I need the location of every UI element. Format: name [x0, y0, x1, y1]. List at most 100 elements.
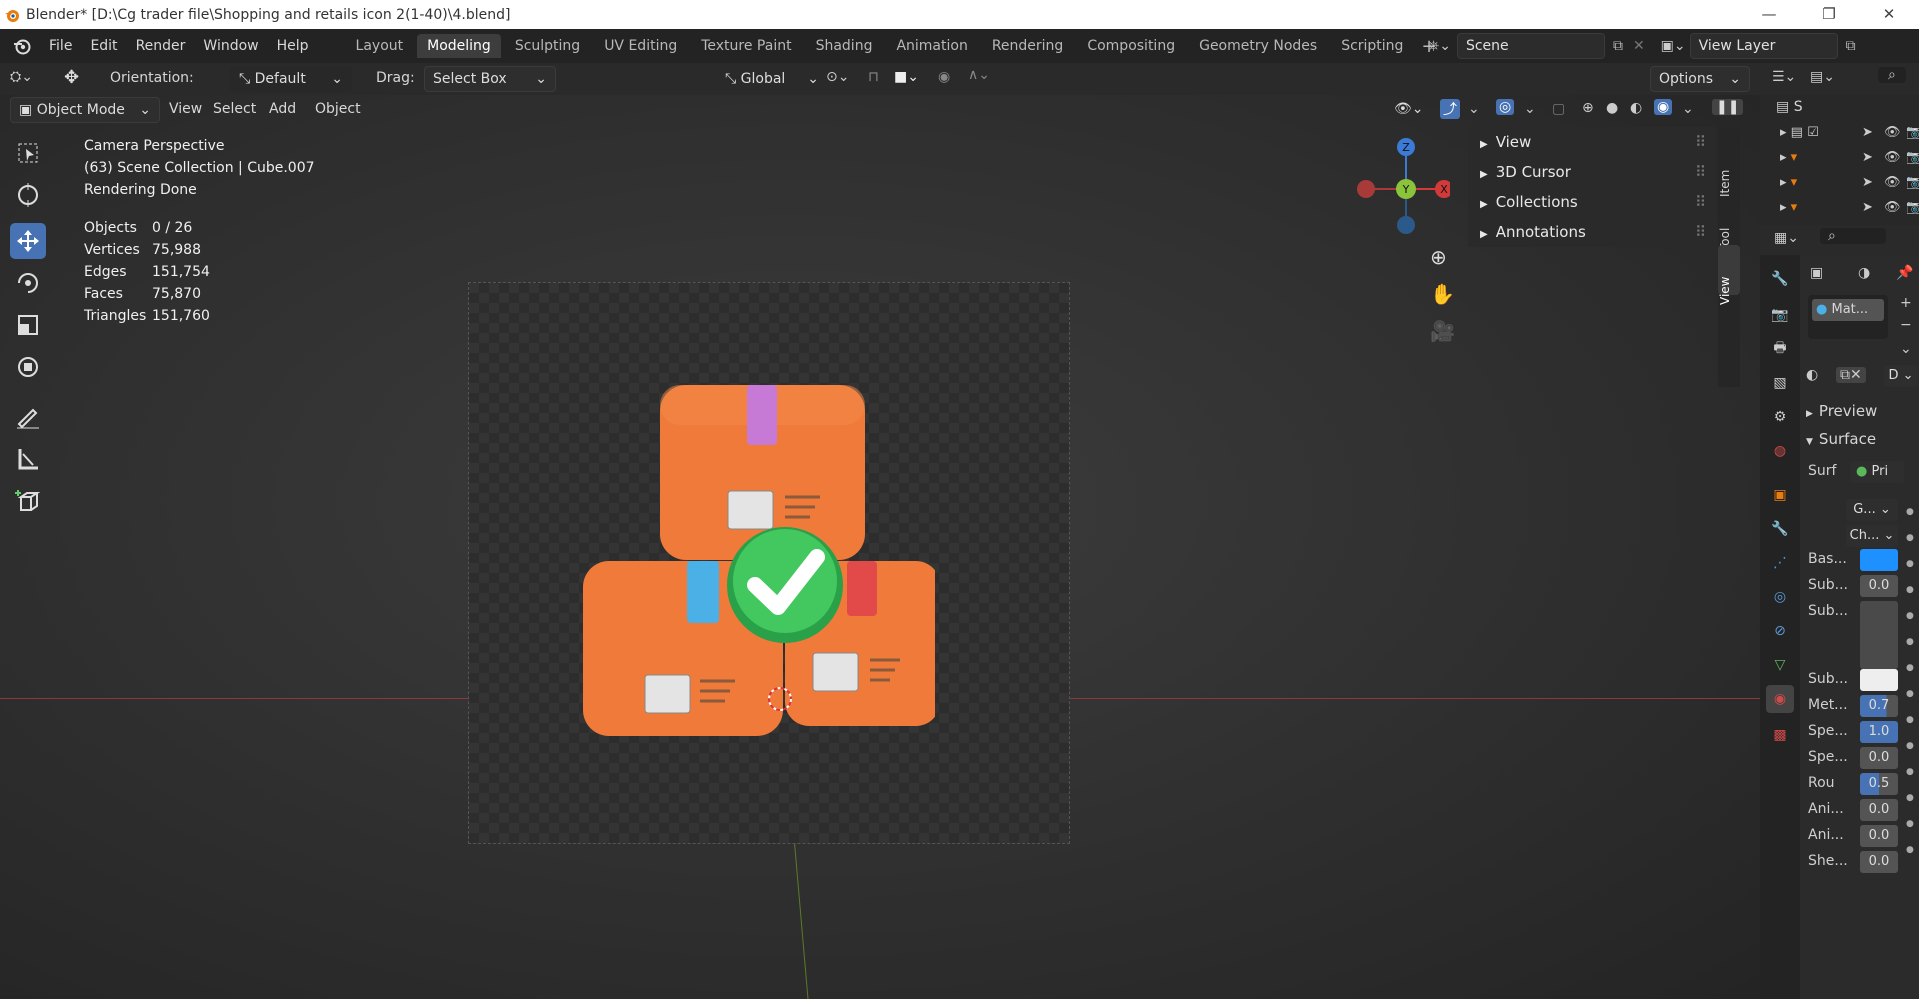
maximize-button[interactable]: ❐	[1799, 0, 1859, 29]
camera-icon[interactable]: 📷	[1906, 150, 1919, 165]
chevron-down-icon[interactable]: ⌄	[1468, 101, 1480, 117]
slot-menu-icon[interactable]: ⌄	[1900, 341, 1912, 357]
toggle-sidebar-icon[interactable]: ❚❚	[1712, 99, 1744, 115]
wireframe-shading-icon[interactable]: ⊕	[1582, 100, 1594, 116]
particles-tab-icon[interactable]: ⋰	[1766, 549, 1794, 577]
outliner-row[interactable]: ▸ ▾ ➤ 👁 📷	[1780, 175, 1919, 195]
pin-icon[interactable]: 📌	[1896, 265, 1913, 281]
keyframe-dot-icon[interactable]: ●	[1906, 577, 1916, 603]
sheen-field[interactable]: 0.0	[1860, 851, 1898, 873]
keyframe-dot-icon[interactable]: ●	[1906, 525, 1916, 551]
material-browse-icon[interactable]: ◐	[1806, 367, 1818, 383]
tab-scripting[interactable]: Scripting	[1331, 34, 1413, 58]
tab-animation[interactable]: Animation	[886, 34, 977, 58]
outliner-editor-type-icon[interactable]: ☰⌄	[1772, 69, 1796, 85]
output-tab-icon[interactable]: 🖶	[1766, 335, 1794, 363]
scene-selector-icon[interactable]: ⎈⌄	[1428, 38, 1451, 54]
panel-view[interactable]: ▶ View ⠿	[1468, 127, 1716, 157]
eye-icon[interactable]: 👁	[1884, 200, 1901, 215]
data-tab-icon[interactable]: ▽	[1766, 651, 1794, 679]
keyframe-dot-icon[interactable]: ●	[1906, 707, 1916, 733]
camera-icon[interactable]: 📷	[1906, 125, 1919, 140]
viewport-menu-add[interactable]: Add	[260, 101, 305, 117]
checkbox-icon[interactable]: ☑	[1807, 125, 1819, 140]
tab-uv-editing[interactable]: UV Editing	[594, 34, 687, 58]
view-layer-icon[interactable]: ▣⌄	[1661, 38, 1686, 54]
tab-modeling[interactable]: Modeling	[417, 34, 501, 58]
eye-icon[interactable]: 👁	[1884, 175, 1901, 190]
select-icon[interactable]: ➤	[1862, 125, 1873, 140]
pivot-point-icon[interactable]: ⊙⌄	[826, 69, 849, 85]
eye-icon[interactable]: 👁	[1884, 125, 1901, 140]
subsurface-method-dropdown[interactable]: Ch... ⌄	[1846, 525, 1898, 547]
gizmo-toggle-icon[interactable]: ⤴	[1440, 99, 1460, 119]
measure-tool[interactable]	[10, 441, 46, 477]
new-material-icon[interactable]: ⧉✕	[1836, 367, 1866, 383]
snap-icon[interactable]: ⊓	[868, 69, 879, 85]
panel-3d-cursor[interactable]: ▶ 3D Cursor ⠿	[1468, 157, 1716, 187]
scale-tool[interactable]	[10, 307, 46, 343]
drag-handle-icon[interactable]: ⠿	[1695, 157, 1706, 187]
tab-rendering[interactable]: Rendering	[982, 34, 1074, 58]
eye-icon[interactable]: 👁	[1884, 150, 1901, 165]
close-button[interactable]: ✕	[1859, 0, 1919, 29]
remove-slot-icon[interactable]: −	[1900, 317, 1912, 333]
subsurface-color-swatch[interactable]	[1860, 669, 1898, 691]
object-tab-icon[interactable]: ▣	[1766, 481, 1794, 509]
keyframe-dot-icon[interactable]: ●	[1906, 785, 1916, 811]
menu-render[interactable]: Render	[127, 38, 195, 54]
gizmo-neg-z-axis[interactable]	[1397, 216, 1415, 234]
material-sphere-icon[interactable]: ◑	[1858, 265, 1870, 281]
keyframe-dot-icon[interactable]: ●	[1906, 681, 1916, 707]
keyframe-dot-icon[interactable]: ●	[1906, 759, 1916, 785]
roughness-field[interactable]: 0.5	[1860, 773, 1898, 795]
snap-target-icon[interactable]: ■⌄	[894, 69, 919, 85]
drag-handle-icon[interactable]: ⠿	[1695, 187, 1706, 217]
keyframe-dot-icon[interactable]: ●	[1906, 733, 1916, 759]
cursor-tool[interactable]	[10, 177, 46, 213]
panel-collections[interactable]: ▶ Collections ⠿	[1468, 187, 1716, 217]
render-tab-icon[interactable]: 📷	[1766, 301, 1794, 329]
preview-panel-header[interactable]: ▶ Preview	[1800, 399, 1919, 423]
tab-geometry-nodes[interactable]: Geometry Nodes	[1189, 34, 1327, 58]
specular-tint-field[interactable]: 0.0	[1860, 747, 1898, 769]
tab-layout[interactable]: Layout	[346, 34, 414, 58]
physics-tab-icon[interactable]: ◎	[1766, 583, 1794, 611]
add-slot-icon[interactable]: +	[1900, 295, 1912, 311]
navigation-gizmo[interactable]: Z X Y	[1350, 135, 1450, 235]
chevron-down-icon[interactable]: ⌄	[1682, 101, 1694, 117]
transform-tool[interactable]	[10, 349, 46, 385]
anisotropic-field[interactable]: 0.0	[1860, 799, 1898, 821]
material-slot-list[interactable]: ● Mat...	[1808, 295, 1888, 339]
options-dropdown[interactable]: Options ⌄	[1650, 66, 1750, 92]
anisotropic-rotation-field[interactable]: 0.0	[1860, 825, 1898, 847]
orientation-dropdown[interactable]: ⤡ Default ⌄	[230, 66, 352, 92]
solid-shading-icon[interactable]: ●	[1606, 100, 1618, 116]
menu-help[interactable]: Help	[268, 38, 318, 54]
delete-scene-icon[interactable]: ✕	[1633, 38, 1645, 54]
keyframe-dot-icon[interactable]: ●	[1906, 499, 1916, 525]
panel-annotations[interactable]: ▶ Annotations ⠿	[1468, 217, 1716, 247]
view-layer-tab-icon[interactable]: ▧	[1766, 369, 1794, 397]
drag-handle-icon[interactable]: ⠿	[1695, 217, 1706, 247]
camera-icon[interactable]: 📷	[1906, 175, 1919, 190]
subsurface-field[interactable]: 0.0	[1860, 575, 1898, 597]
metallic-field[interactable]: 0.7	[1860, 695, 1898, 717]
base-color-swatch[interactable]	[1860, 549, 1898, 571]
tab-shading[interactable]: Shading	[806, 34, 883, 58]
camera-view-icon[interactable]: 🎥	[1430, 319, 1455, 343]
keyframe-dot-icon[interactable]: ●	[1906, 551, 1916, 577]
select-icon[interactable]: ➤	[1862, 200, 1873, 215]
select-icon[interactable]: ➤	[1862, 175, 1873, 190]
select-icon[interactable]: ➤	[1862, 150, 1873, 165]
material-shading-icon[interactable]: ◐	[1630, 100, 1642, 116]
editor-type-icon[interactable]: ⛭⌄	[10, 69, 33, 85]
menu-window[interactable]: Window	[194, 38, 267, 54]
blender-menu-icon[interactable]	[12, 36, 32, 56]
transform-orientation-dropdown[interactable]: ⤡ Global ⌄	[716, 66, 828, 92]
sidebar-tab-item[interactable]: Item	[1718, 137, 1740, 197]
sidebar-tab-view[interactable]: View	[1718, 245, 1740, 305]
menu-edit[interactable]: Edit	[81, 38, 126, 54]
chevron-down-icon[interactable]: ⌄	[1524, 101, 1536, 117]
minimize-button[interactable]: —	[1739, 0, 1799, 29]
